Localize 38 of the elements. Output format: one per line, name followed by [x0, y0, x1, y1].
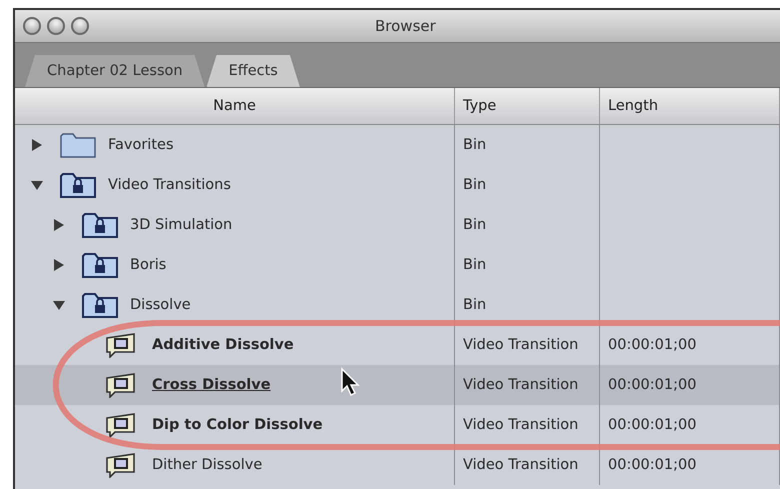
- tab[interactable]: Chapter 02 Lesson: [25, 55, 205, 87]
- window-title: Browser: [375, 17, 436, 35]
- item-name: Cross Dissolve: [152, 377, 271, 393]
- type-text: Video Transition: [463, 337, 578, 353]
- type-text: Video Transition: [463, 377, 578, 393]
- length-text: 00:00:01;00: [608, 417, 696, 433]
- length-text: 00:00:01;00: [608, 457, 696, 473]
- collapsed-triangle-icon[interactable]: [52, 218, 66, 232]
- item-name: Boris: [130, 257, 166, 273]
- type-text: Bin: [463, 257, 486, 273]
- type-text: Bin: [463, 137, 486, 153]
- item-name: Video Transitions: [108, 177, 231, 193]
- type-text: Video Transition: [463, 417, 578, 433]
- zoom-button[interactable]: [71, 17, 89, 35]
- item-name: Additive Dissolve: [152, 337, 294, 353]
- pointer-icon: [340, 367, 360, 397]
- minimize-button[interactable]: [47, 17, 65, 35]
- item-name: Dip to Color Dissolve: [152, 417, 323, 433]
- column-header[interactable]: Type: [455, 88, 600, 124]
- table-row[interactable]: Cross Dissolve Video Transition 00:00:01;00: [15, 365, 780, 405]
- length-text: 00:00:01;00: [608, 377, 696, 393]
- tab[interactable]: Effects: [206, 55, 300, 87]
- expanded-triangle-icon[interactable]: [30, 178, 44, 192]
- type-text: Bin: [463, 177, 486, 193]
- collapsed-triangle-icon[interactable]: [30, 138, 44, 152]
- collapsed-triangle-icon[interactable]: [52, 258, 66, 272]
- item-name: Favorites: [108, 137, 174, 153]
- item-name: Dither Dissolve: [152, 457, 262, 473]
- item-name: 3D Simulation: [130, 217, 232, 233]
- expanded-triangle-icon[interactable]: [52, 298, 66, 312]
- type-text: Video Transition: [463, 457, 578, 473]
- column-header[interactable]: Name: [15, 88, 455, 124]
- length-text: 00:00:01;00: [608, 337, 696, 353]
- close-button[interactable]: [23, 17, 41, 35]
- column-header[interactable]: Length: [600, 88, 780, 124]
- type-text: Bin: [463, 217, 486, 233]
- type-text: Bin: [463, 297, 486, 313]
- item-name: Dissolve: [130, 297, 191, 313]
